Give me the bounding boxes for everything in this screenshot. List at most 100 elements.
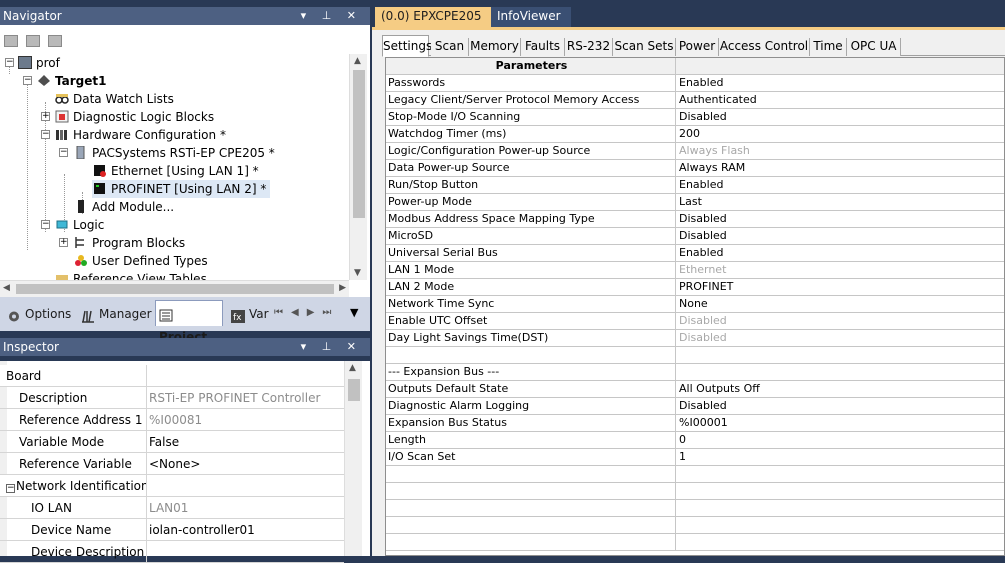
tree-scrollbar[interactable]: ▲ ▼ (349, 54, 367, 280)
property-value[interactable] (146, 541, 344, 562)
expand-toggle[interactable]: + (41, 112, 50, 121)
property-row[interactable]: Reference Variable <None> (0, 453, 344, 475)
tab-options[interactable]: Options (4, 302, 75, 326)
parameter-value[interactable]: Enabled (676, 245, 1004, 261)
parameter-value[interactable]: All Outputs Off (676, 381, 1004, 397)
parameter-row[interactable]: Modbus Address Space Mapping Type Disable… (386, 211, 1004, 228)
property-value[interactable]: iolan-controller01 (146, 519, 344, 540)
parameter-value[interactable]: Always RAM (676, 160, 1004, 176)
parameter-row[interactable]: Power-up Mode Last (386, 194, 1004, 211)
parameter-row[interactable]: --- Expansion Bus --- (386, 364, 1004, 381)
parameter-row[interactable] (386, 347, 1004, 364)
parameter-row[interactable] (386, 466, 1004, 483)
property-value[interactable]: False (146, 431, 344, 452)
panel-controls[interactable]: ▾ ⊥ ✕ (301, 7, 362, 25)
expand-toggle[interactable]: + (59, 238, 68, 247)
parameter-row[interactable]: Network Time Sync None (386, 296, 1004, 313)
parameter-value[interactable]: Disabled (676, 211, 1004, 227)
parameter-value[interactable]: Disabled (676, 228, 1004, 244)
property-row[interactable]: Device Name iolan-controller01 (0, 519, 344, 541)
property-row[interactable]: Description RSTi-EP PROFINET Controller (0, 387, 344, 409)
parameter-row[interactable]: Day Light Savings Time(DST) Disabled (386, 330, 1004, 347)
parameter-row[interactable]: Logic/Configuration Power-up Source Alway… (386, 143, 1004, 160)
tab-variables[interactable]: fx Var (228, 302, 273, 326)
tab-epxcpe205[interactable]: (0.0) EPXCPE205 ✕ (375, 7, 491, 42)
grid-view-icon[interactable] (4, 35, 18, 47)
collapse-toggle[interactable]: − (59, 148, 68, 157)
parameter-row[interactable]: I/O Scan Set 1 (386, 449, 1004, 466)
parameter-row[interactable]: Length 0 (386, 432, 1004, 449)
parameter-value[interactable]: PROFINET (676, 279, 1004, 295)
collapse-toggle[interactable]: − (41, 220, 50, 229)
properties-icon[interactable] (48, 35, 62, 47)
parameter-row[interactable]: LAN 2 Mode PROFINET (386, 279, 1004, 296)
property-category-network-identification[interactable]: −Network Identification (0, 475, 344, 497)
parameter-value[interactable]: Authenticated (676, 92, 1004, 108)
parameter-row[interactable]: Data Power-up Source Always RAM (386, 160, 1004, 177)
parameter-row[interactable]: MicroSD Disabled (386, 228, 1004, 245)
scroll-up-icon[interactable]: ▲ (349, 363, 356, 373)
parameter-value[interactable]: Disabled (676, 330, 1004, 346)
scroll-left-icon[interactable]: ◀ (3, 283, 10, 293)
tab-infoviewer[interactable]: InfoViewer (491, 7, 571, 27)
tab-scan[interactable]: Scan (431, 38, 469, 56)
scroll-up-icon[interactable]: ▲ (354, 56, 361, 66)
parameter-row[interactable]: Stop-Mode I/O Scanning Disabled (386, 109, 1004, 126)
property-row[interactable]: IO LAN LAN01 (0, 497, 344, 519)
tab-access-control[interactable]: Access Control (719, 38, 810, 56)
parameter-value[interactable]: 1 (676, 449, 1004, 465)
tab-opc-ua[interactable]: OPC UA (847, 38, 901, 56)
collapse-icon[interactable] (26, 35, 40, 47)
property-category-board[interactable]: Board (0, 365, 344, 387)
parameter-value[interactable]: Always Flash (676, 143, 1004, 159)
tab-memory[interactable]: Memory (469, 38, 521, 56)
panel-controls[interactable]: ▾ ⊥ ✕ (301, 338, 362, 356)
tab-manager[interactable]: Manager (78, 302, 152, 326)
tab-faults[interactable]: Faults (521, 38, 565, 56)
parameter-row[interactable]: LAN 1 Mode Ethernet (386, 262, 1004, 279)
tab-list-dropdown-icon[interactable]: ▼ (350, 306, 358, 319)
parameter-row[interactable]: Universal Serial Bus Enabled (386, 245, 1004, 262)
scroll-right-icon[interactable]: ▶ (339, 283, 346, 293)
tree-hscrollbar[interactable]: ◀ ▶ (0, 280, 349, 297)
property-row[interactable]: Variable Mode False (0, 431, 344, 453)
parameter-value[interactable]: Last (676, 194, 1004, 210)
hscroll-thumb[interactable] (16, 284, 334, 294)
tab-scroll-controls[interactable]: ⏮◀▶⏭ (274, 307, 339, 318)
parameter-row[interactable] (386, 483, 1004, 500)
tab-settings[interactable]: Settings (382, 35, 432, 57)
collapse-toggle[interactable]: − (5, 58, 14, 67)
parameter-value[interactable]: Enabled (676, 177, 1004, 193)
tree-item-profinet[interactable]: PROFINET [Using LAN 2] * (92, 180, 271, 198)
collapse-toggle[interactable]: − (41, 130, 50, 139)
parameter-value[interactable]: 0 (676, 432, 1004, 448)
parameter-value[interactable]: Disabled (676, 398, 1004, 414)
parameter-row[interactable] (386, 517, 1004, 534)
parameter-value[interactable]: 200 (676, 126, 1004, 142)
parameter-row[interactable]: Diagnostic Alarm Logging Disabled (386, 398, 1004, 415)
tab-rs232[interactable]: RS-232 (565, 38, 613, 56)
collapse-toggle[interactable]: − (6, 484, 15, 493)
scroll-thumb[interactable] (348, 379, 360, 401)
parameter-row[interactable] (386, 500, 1004, 517)
tab-power[interactable]: Power (676, 38, 719, 56)
parameter-row[interactable]: Watchdog Timer (ms) 200 (386, 126, 1004, 143)
parameter-row[interactable]: Run/Stop Button Enabled (386, 177, 1004, 194)
parameter-row[interactable]: Legacy Client/Server Protocol Memory Acc… (386, 92, 1004, 109)
parameter-value[interactable]: Disabled (676, 109, 1004, 125)
property-row[interactable]: Device Description (0, 541, 344, 563)
parameter-row[interactable]: Outputs Default State All Outputs Off (386, 381, 1004, 398)
property-value[interactable]: <None> (146, 453, 344, 474)
parameter-value[interactable]: Ethernet (676, 262, 1004, 278)
parameter-value[interactable]: %I00001 (676, 415, 1004, 431)
tab-time[interactable]: Time (810, 38, 847, 56)
property-row[interactable]: Reference Address 1 %I00081 (0, 409, 344, 431)
parameter-row[interactable]: Enable UTC Offset Disabled (386, 313, 1004, 330)
scroll-thumb[interactable] (353, 70, 365, 218)
parameter-value[interactable]: Disabled (676, 313, 1004, 329)
parameter-row[interactable]: Passwords Enabled (386, 75, 1004, 92)
parameter-value[interactable]: None (676, 296, 1004, 312)
tab-scan-sets[interactable]: Scan Sets (613, 38, 676, 56)
parameter-row[interactable]: Expansion Bus Status %I00001 (386, 415, 1004, 432)
parameter-row[interactable] (386, 534, 1004, 551)
